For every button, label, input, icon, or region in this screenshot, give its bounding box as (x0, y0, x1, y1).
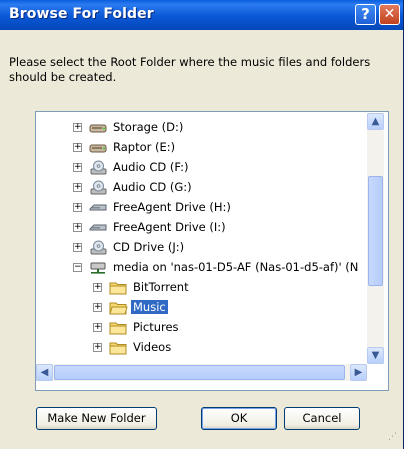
folder-icon (109, 322, 127, 335)
folder-icon (109, 342, 127, 355)
help-button[interactable]: ? (355, 4, 376, 25)
expand-toggle[interactable]: + (73, 203, 82, 212)
folder-icon (109, 282, 127, 295)
close-button[interactable]: ✕ (379, 4, 400, 25)
scroll-up-button[interactable]: ▲ (367, 113, 384, 130)
collapse-toggle[interactable]: − (73, 263, 82, 272)
cd-drive-icon (90, 160, 107, 175)
expand-toggle[interactable]: + (73, 183, 82, 192)
expand-toggle[interactable]: + (93, 343, 102, 352)
tree-item-label: FreeAgent Drive (I:) (113, 220, 226, 234)
tree-item-label: FreeAgent Drive (H:) (113, 200, 231, 214)
hard-drive-icon (89, 124, 107, 133)
expand-toggle[interactable]: + (73, 223, 82, 232)
expand-toggle[interactable]: + (73, 123, 82, 132)
dialog-title: Browse For Folder (9, 6, 154, 22)
resize-grip-icon[interactable]: ⋰ (388, 432, 397, 442)
title-bar[interactable]: Browse For Folder ? ✕ (0, 0, 403, 30)
tree-item-label: Audio CD (G:) (113, 180, 192, 194)
tree-item-label: Storage (D:) (113, 120, 184, 134)
tree-item-label-selected: Music (131, 300, 168, 314)
tree-item-label: Videos (133, 340, 172, 354)
expand-toggle[interactable]: + (73, 163, 82, 172)
hard-drive-icon (89, 144, 107, 153)
expand-toggle[interactable]: + (93, 303, 102, 312)
network-drive-icon (90, 262, 106, 274)
browse-for-folder-dialog: Browse For Folder ? ✕ Please select the … (0, 0, 404, 449)
tree-item-label: Pictures (133, 320, 179, 334)
cancel-button[interactable]: Cancel (284, 407, 360, 430)
removable-drive-icon (89, 224, 107, 231)
horizontal-scroll-thumb[interactable] (54, 365, 345, 380)
ok-button[interactable]: OK (201, 407, 277, 430)
vertical-scrollbar[interactable]: ▲ ▼ (367, 113, 384, 364)
folder-open-icon (109, 302, 128, 315)
scroll-left-button[interactable]: ◀ (36, 364, 53, 381)
scroll-right-button[interactable]: ▶ (350, 364, 367, 381)
expand-toggle[interactable]: + (93, 283, 102, 292)
cd-drive-icon (90, 240, 107, 255)
tree-item-label: BitTorrent (133, 280, 189, 294)
removable-drive-icon (89, 204, 107, 211)
folder-tree[interactable]: + Storage (D:) + Raptor (E:) + Audio CD … (35, 111, 389, 391)
vertical-scroll-thumb[interactable] (368, 176, 383, 286)
tree-item-label: Audio CD (F:) (113, 160, 189, 174)
tree-item-label: media on 'nas-01-D5-AF (Nas-01-d5-af)' (… (113, 260, 359, 274)
tree-item-label: Raptor (E:) (113, 140, 176, 154)
instruction-text: Please select the Root Folder where the … (9, 55, 371, 84)
expand-toggle[interactable]: + (73, 143, 82, 152)
horizontal-scrollbar[interactable]: ◀ ▶ (36, 364, 367, 381)
tree-item-label: CD Drive (J:) (113, 240, 185, 254)
expand-toggle[interactable]: + (93, 323, 102, 332)
expand-toggle[interactable]: + (73, 243, 82, 252)
make-new-folder-button[interactable]: Make New Folder (36, 407, 157, 430)
scroll-down-button[interactable]: ▼ (367, 347, 384, 364)
cd-drive-icon (90, 180, 107, 195)
